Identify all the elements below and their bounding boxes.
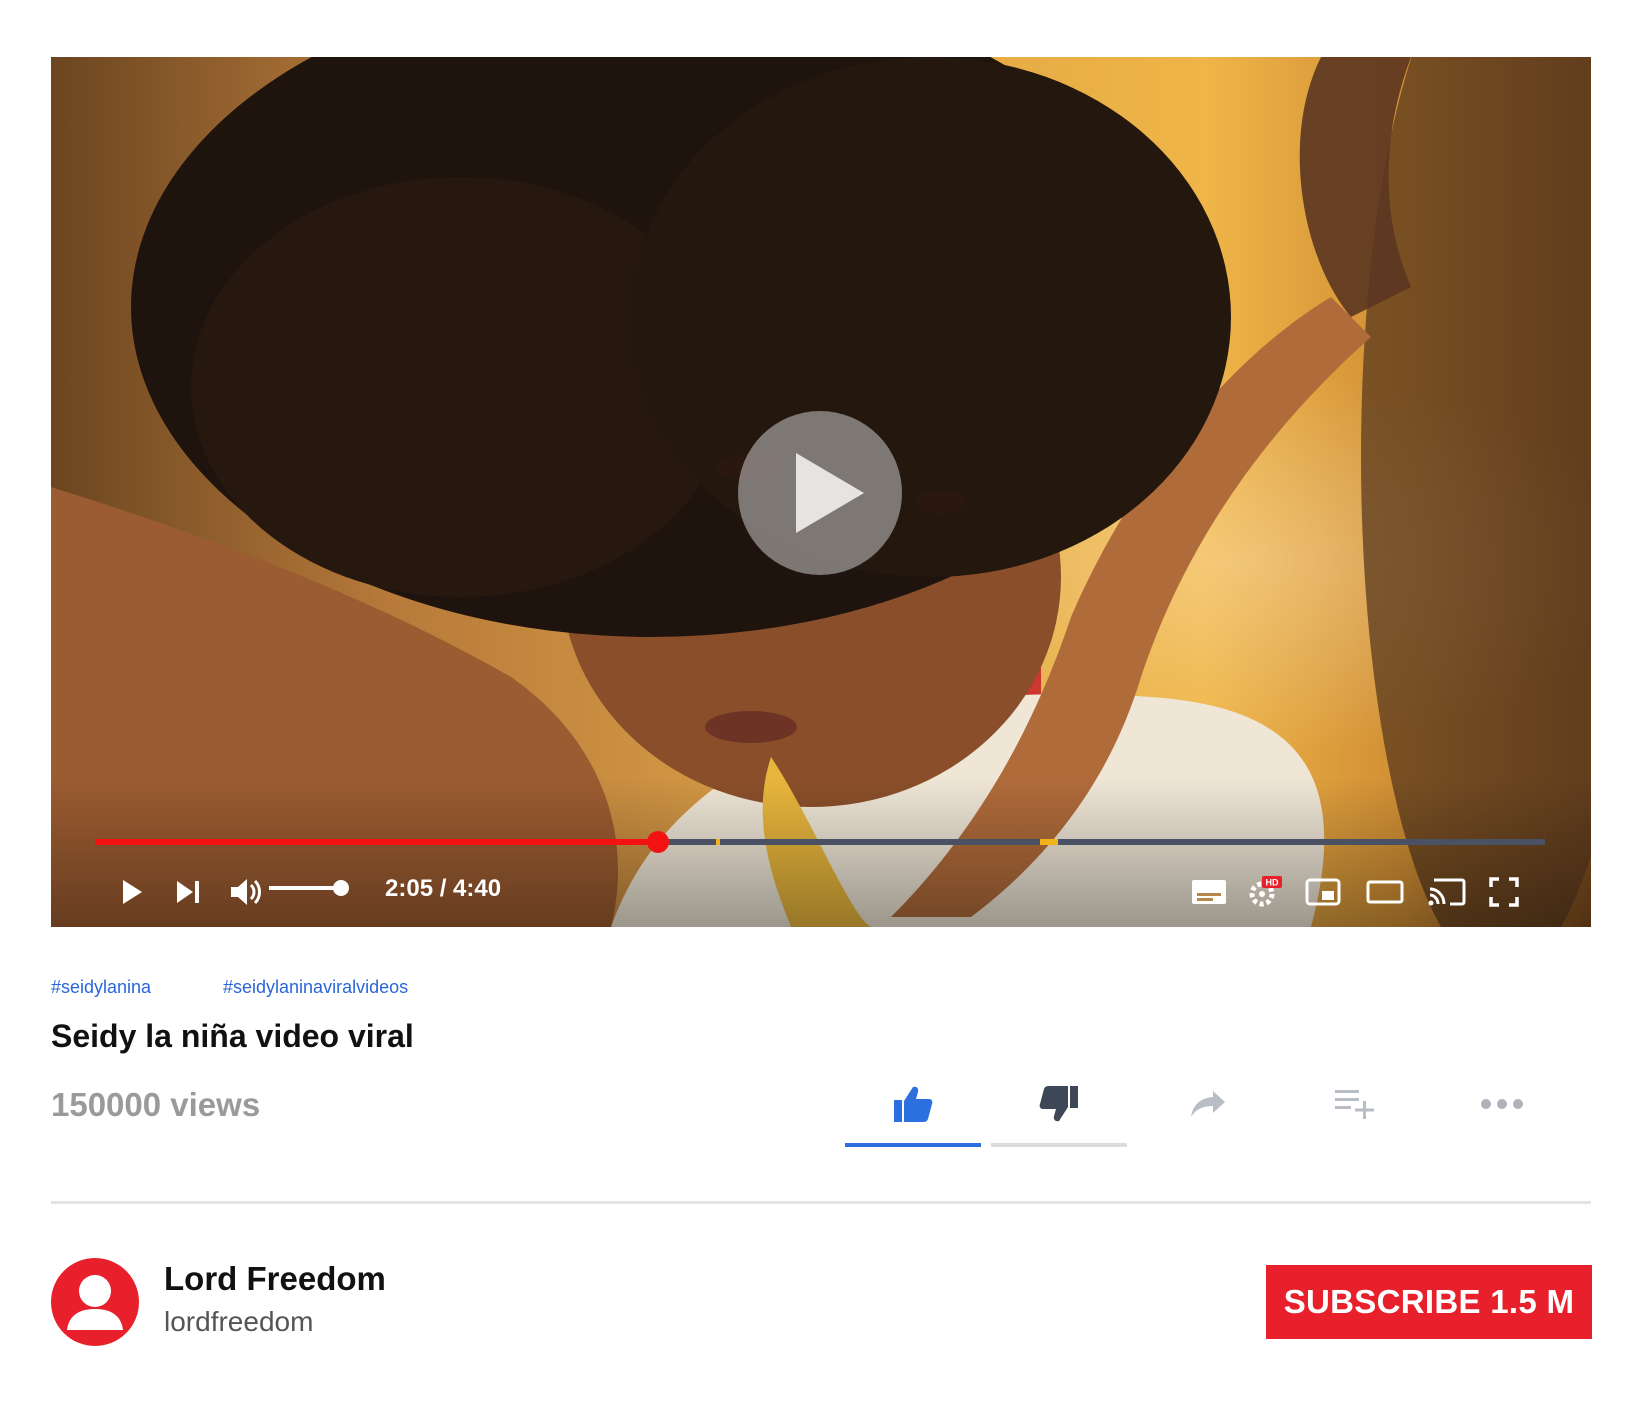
volume-icon (231, 879, 261, 905)
settings-button[interactable]: HD (1248, 872, 1282, 912)
view-count: 150000 views (51, 1086, 261, 1123)
more-icon (1481, 1099, 1523, 1109)
like-underline (845, 1143, 981, 1147)
hashtag-link[interactable]: #seidylanina (51, 977, 151, 998)
user-icon (67, 1275, 123, 1330)
dislike-button[interactable] (1031, 1082, 1087, 1126)
play-button[interactable] (121, 872, 143, 912)
video-title: Seidy la niña video viral (51, 1018, 414, 1054)
controls-gradient (51, 777, 1591, 927)
share-button[interactable] (1180, 1082, 1236, 1126)
settings-icon: HD (1249, 876, 1282, 907)
more-options-button[interactable] (1474, 1082, 1530, 1126)
progress-played (95, 839, 658, 845)
share-icon (1191, 1091, 1225, 1117)
dislike-underline (991, 1143, 1127, 1147)
hashtag-link[interactable]: #seidylaninaviralvideos (223, 977, 408, 998)
big-play-button[interactable] (738, 411, 902, 575)
progress-bar[interactable] (95, 831, 1545, 853)
cast-button[interactable] (1428, 872, 1466, 912)
cast-icon (1428, 878, 1466, 906)
fullscreen-icon (1489, 877, 1519, 907)
channel-name[interactable]: Lord Freedom (164, 1260, 386, 1298)
scrubber-handle[interactable] (646, 831, 669, 853)
section-divider (51, 1201, 1591, 1204)
volume-button[interactable] (229, 872, 265, 912)
theater-icon (1366, 880, 1404, 904)
volume-slider[interactable] (269, 880, 349, 896)
miniplayer-button[interactable] (1305, 872, 1341, 912)
channel-handle: lordfreedom (164, 1306, 314, 1337)
subscribe-button[interactable]: SUBSCRIBE 1.5 M (1266, 1265, 1592, 1339)
channel-avatar[interactable] (51, 1258, 139, 1346)
next-icon (177, 881, 199, 903)
dislike-icon (1039, 1086, 1078, 1122)
play-icon (123, 880, 142, 904)
like-icon (894, 1086, 933, 1122)
chapter-marker (715, 839, 720, 845)
next-button[interactable] (175, 872, 201, 912)
miniplayer-icon (1305, 878, 1341, 906)
fullscreen-button[interactable] (1489, 872, 1519, 912)
chapter-marker (1040, 839, 1059, 845)
time-display: 2:05 / 4:40 (385, 875, 502, 902)
like-button[interactable] (885, 1082, 941, 1126)
add-to-playlist-button[interactable] (1326, 1082, 1382, 1126)
hd-badge: HD (1266, 878, 1279, 888)
subtitles-button[interactable] (1191, 872, 1227, 912)
subtitles-icon (1192, 880, 1226, 904)
theater-mode-button[interactable] (1366, 872, 1404, 912)
volume-handle[interactable] (333, 880, 349, 896)
add-to-playlist-icon (1335, 1090, 1374, 1119)
video-player[interactable]: 2:05 / 4:40 HD (51, 57, 1591, 927)
